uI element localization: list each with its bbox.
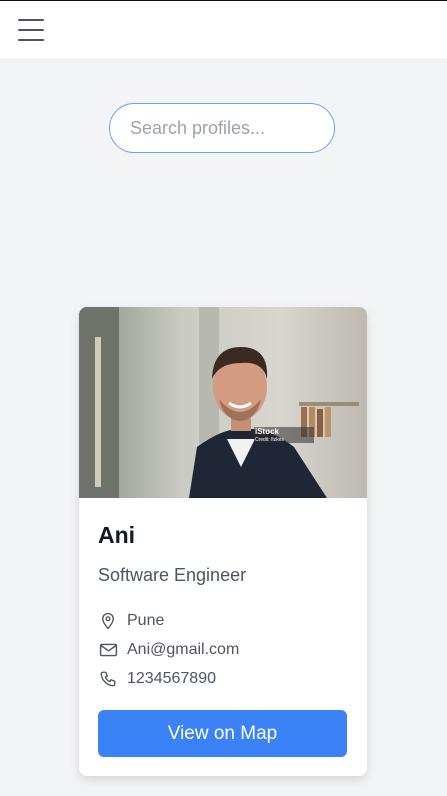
hamburger-menu-icon[interactable] xyxy=(18,19,44,41)
search-input[interactable] xyxy=(110,104,334,152)
photo-watermark: iStock xyxy=(255,427,280,436)
photo-credit: Credit: fizkes xyxy=(255,437,284,443)
location-pin-icon xyxy=(98,611,118,631)
profile-email: Ani@gmail.com xyxy=(127,641,240,658)
profile-card: iStock Credit: fizkes Ani Software Engin… xyxy=(79,307,367,776)
search-bar xyxy=(109,103,335,153)
profile-phone: 1234567890 xyxy=(127,670,216,687)
profile-photo xyxy=(79,307,367,498)
mail-icon xyxy=(98,640,118,660)
phone-row: 1234567890 xyxy=(98,669,216,689)
location-row: Pune xyxy=(98,611,164,631)
profile-location: Pune xyxy=(127,612,165,629)
phone-icon xyxy=(98,669,118,689)
top-nav-bar xyxy=(0,0,447,58)
profile-name: Ani xyxy=(98,522,136,548)
view-on-map-button[interactable]: View on Map xyxy=(98,710,347,757)
profile-role: Software Engineer xyxy=(98,565,247,585)
email-row: Ani@gmail.com xyxy=(98,640,239,660)
